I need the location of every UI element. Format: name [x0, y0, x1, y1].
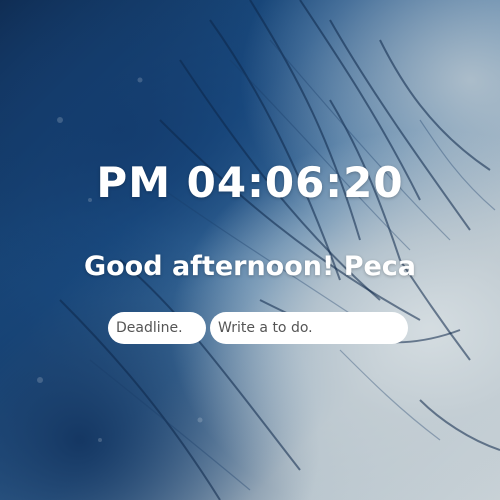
todo-input[interactable] [210, 312, 408, 344]
main-content: PM 04:06:20 Good afternoon! Peca [0, 0, 500, 500]
todo-form [108, 312, 408, 344]
greeting: Good afternoon! Peca [83, 251, 417, 282]
clock: PM 04:06:20 [96, 158, 404, 207]
deadline-input[interactable] [108, 312, 206, 344]
